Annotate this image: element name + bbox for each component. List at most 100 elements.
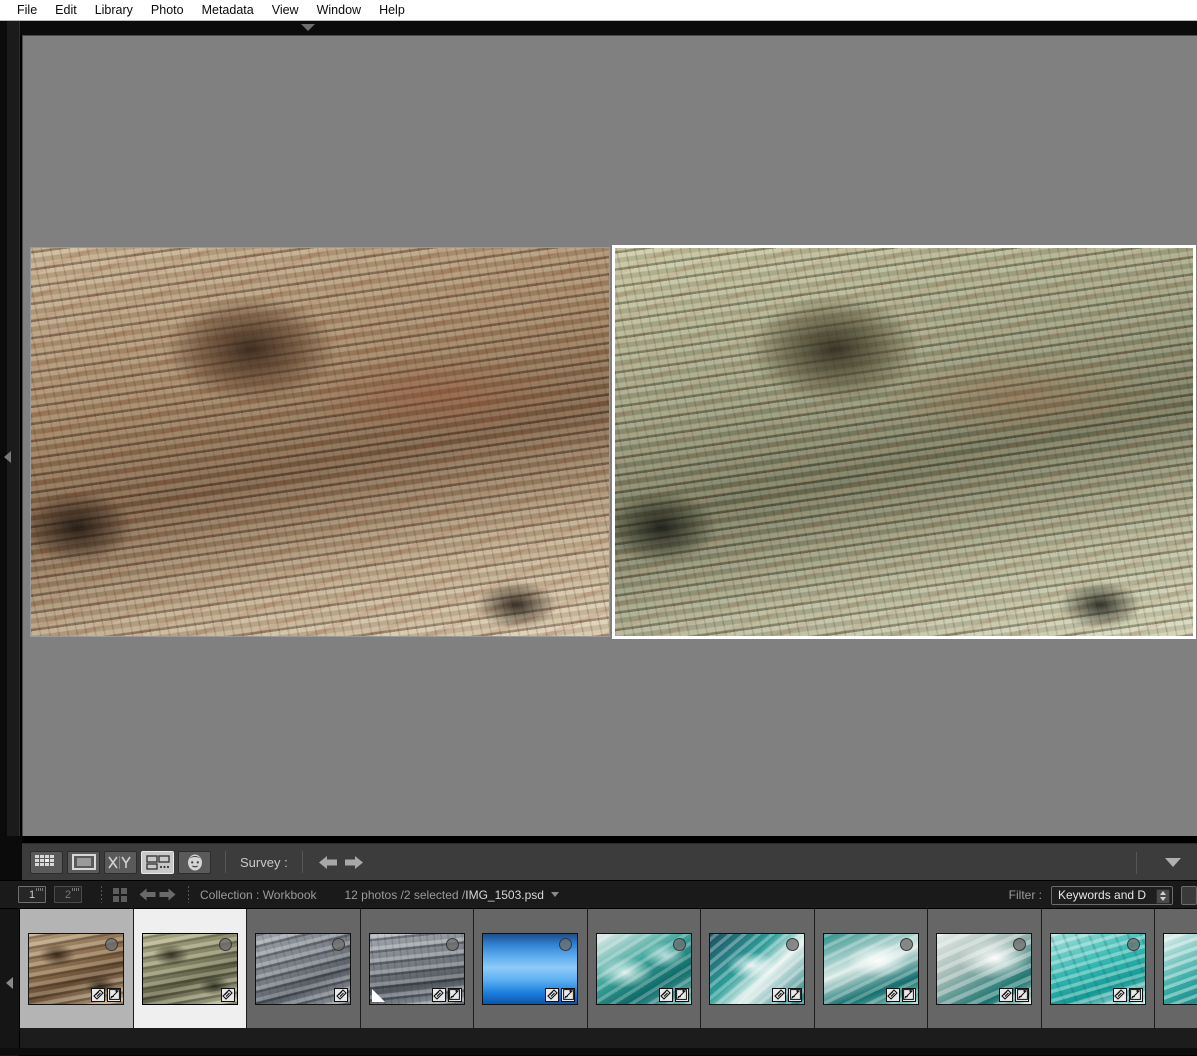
filmstrip-thumbnail-1[interactable]	[20, 909, 134, 1028]
survey-photo-2[interactable]	[615, 248, 1193, 636]
rotate-badge-icon[interactable]	[105, 938, 118, 951]
rotate-badge-icon[interactable]	[446, 938, 459, 951]
monitor-1-button[interactable]: 1	[18, 886, 46, 903]
compare-view-button[interactable]	[104, 851, 137, 874]
rotate-badge-icon[interactable]	[673, 938, 686, 951]
filmstrip-thumbnail-2[interactable]	[134, 909, 248, 1028]
next-photo-button[interactable]	[343, 851, 365, 873]
collection-source-label[interactable]: Collection : Workbook	[200, 888, 317, 902]
previous-photo-button[interactable]	[317, 851, 339, 873]
face-icon	[185, 854, 205, 871]
menu-item-library[interactable]: Library	[86, 0, 142, 20]
spinner-icon[interactable]	[1156, 889, 1170, 904]
arrow-left-icon	[318, 855, 338, 870]
rotate-badge-icon[interactable]	[1013, 938, 1026, 951]
thumbnail-image[interactable]	[709, 933, 805, 1005]
people-view-button[interactable]	[178, 851, 211, 874]
show-top-panel-icon[interactable]	[301, 24, 315, 31]
flag-badge-icon[interactable]	[372, 989, 385, 1002]
menu-item-file[interactable]: File	[8, 0, 46, 20]
left-panel-edge[interactable]	[7, 21, 20, 836]
loupe-view-button[interactable]	[67, 851, 100, 874]
filmstrip-thumbnail-7[interactable]	[701, 909, 815, 1028]
develop-badge-icon	[563, 989, 574, 1000]
thumbnail-image[interactable]	[1050, 933, 1146, 1005]
keyword-badge[interactable]	[334, 988, 348, 1002]
filmstrip-thumbnail-4[interactable]	[361, 909, 475, 1028]
menu-item-photo[interactable]: Photo	[142, 0, 193, 20]
keyword-badge[interactable]	[432, 988, 446, 1002]
survey-view-button[interactable]	[141, 851, 174, 874]
keyword-badge-icon	[336, 989, 347, 1000]
filmstrip-thumbnail-9[interactable]	[928, 909, 1042, 1028]
thumbnail-image[interactable]	[482, 933, 578, 1005]
rotate-badge-icon[interactable]	[1127, 938, 1140, 951]
filter-extra-button[interactable]	[1181, 886, 1197, 905]
grid-view-button[interactable]	[30, 851, 63, 874]
rotate-badge-icon[interactable]	[900, 938, 913, 951]
current-filename-label[interactable]: IMG_1503.psd	[465, 888, 544, 902]
develop-badge[interactable]	[1015, 988, 1029, 1002]
thumbnail-image[interactable]	[142, 933, 238, 1005]
thumbnail-badges	[545, 988, 575, 1002]
thumbnail-image[interactable]	[936, 933, 1032, 1005]
keyword-badge[interactable]	[545, 988, 559, 1002]
thumbnail-image[interactable]	[596, 933, 692, 1005]
keyword-badge[interactable]	[886, 988, 900, 1002]
keyword-badge[interactable]	[772, 988, 786, 1002]
show-left-panel-icon[interactable]	[4, 451, 11, 463]
thumbnail-image[interactable]	[255, 933, 351, 1005]
keyword-badge-icon	[887, 989, 898, 1000]
develop-badge[interactable]	[902, 988, 916, 1002]
photo-count-label: 12 photos /2 selected /	[345, 888, 466, 902]
thumbnail-image[interactable]	[1163, 933, 1197, 1005]
filter-select[interactable]: Keywords and D	[1051, 886, 1173, 905]
filmstrip-thumbnail-5[interactable]	[474, 909, 588, 1028]
rotate-badge-icon[interactable]	[332, 938, 345, 951]
keyword-badge[interactable]	[221, 988, 235, 1002]
thumbnail-badges	[91, 988, 121, 1002]
survey-cell-2[interactable]	[615, 248, 1193, 636]
filmstrip-thumbnail-10[interactable]	[1042, 909, 1156, 1028]
develop-badge[interactable]	[1129, 988, 1143, 1002]
filter-label: Filter :	[1009, 888, 1042, 902]
survey-photo-1[interactable]	[31, 248, 609, 636]
develop-badge[interactable]	[107, 988, 121, 1002]
grid-view-shortcut-icon[interactable]	[113, 888, 127, 902]
keyword-badge[interactable]	[91, 988, 105, 1002]
develop-badge[interactable]	[448, 988, 462, 1002]
keyword-badge[interactable]	[659, 988, 673, 1002]
develop-badge-icon	[790, 989, 801, 1000]
go-forward-button[interactable]	[157, 885, 177, 905]
thumbnail-badges	[432, 988, 462, 1002]
keyword-badge-icon	[93, 989, 104, 1000]
filmstrip-thumbnail-6[interactable]	[588, 909, 702, 1028]
go-back-button[interactable]	[137, 885, 157, 905]
monitor-2-button[interactable]: 2	[54, 886, 82, 903]
filmstrip-thumbnail-8[interactable]	[815, 909, 929, 1028]
keyword-badge[interactable]	[1113, 988, 1127, 1002]
menu-item-edit[interactable]: Edit	[46, 0, 86, 20]
filmstrip-thumbnail-3[interactable]	[247, 909, 361, 1028]
rotate-badge-icon[interactable]	[559, 938, 572, 951]
filmstrip-thumbnail-11[interactable]	[1155, 909, 1197, 1028]
chevron-down-icon[interactable]	[1165, 858, 1181, 867]
thumbnail-image[interactable]	[823, 933, 919, 1005]
menu-item-view[interactable]: View	[263, 0, 308, 20]
rotate-badge-icon[interactable]	[219, 938, 232, 951]
top-panel-gutter[interactable]	[20, 21, 1197, 35]
menu-item-metadata[interactable]: Metadata	[193, 0, 263, 20]
develop-badge[interactable]	[675, 988, 689, 1002]
thumbnail-image[interactable]	[28, 933, 124, 1005]
toolbar-separator-3	[1136, 852, 1137, 874]
survey-cell-1[interactable]	[31, 248, 609, 636]
develop-badge[interactable]	[561, 988, 575, 1002]
rotate-badge-icon[interactable]	[786, 938, 799, 951]
keyword-badge[interactable]	[999, 988, 1013, 1002]
develop-badge-icon	[676, 989, 687, 1000]
menu-item-window[interactable]: Window	[308, 0, 370, 20]
develop-badge[interactable]	[788, 988, 802, 1002]
chevron-down-icon[interactable]	[551, 892, 559, 897]
menu-item-help[interactable]: Help	[370, 0, 414, 20]
thumbnail-image[interactable]	[369, 933, 465, 1005]
